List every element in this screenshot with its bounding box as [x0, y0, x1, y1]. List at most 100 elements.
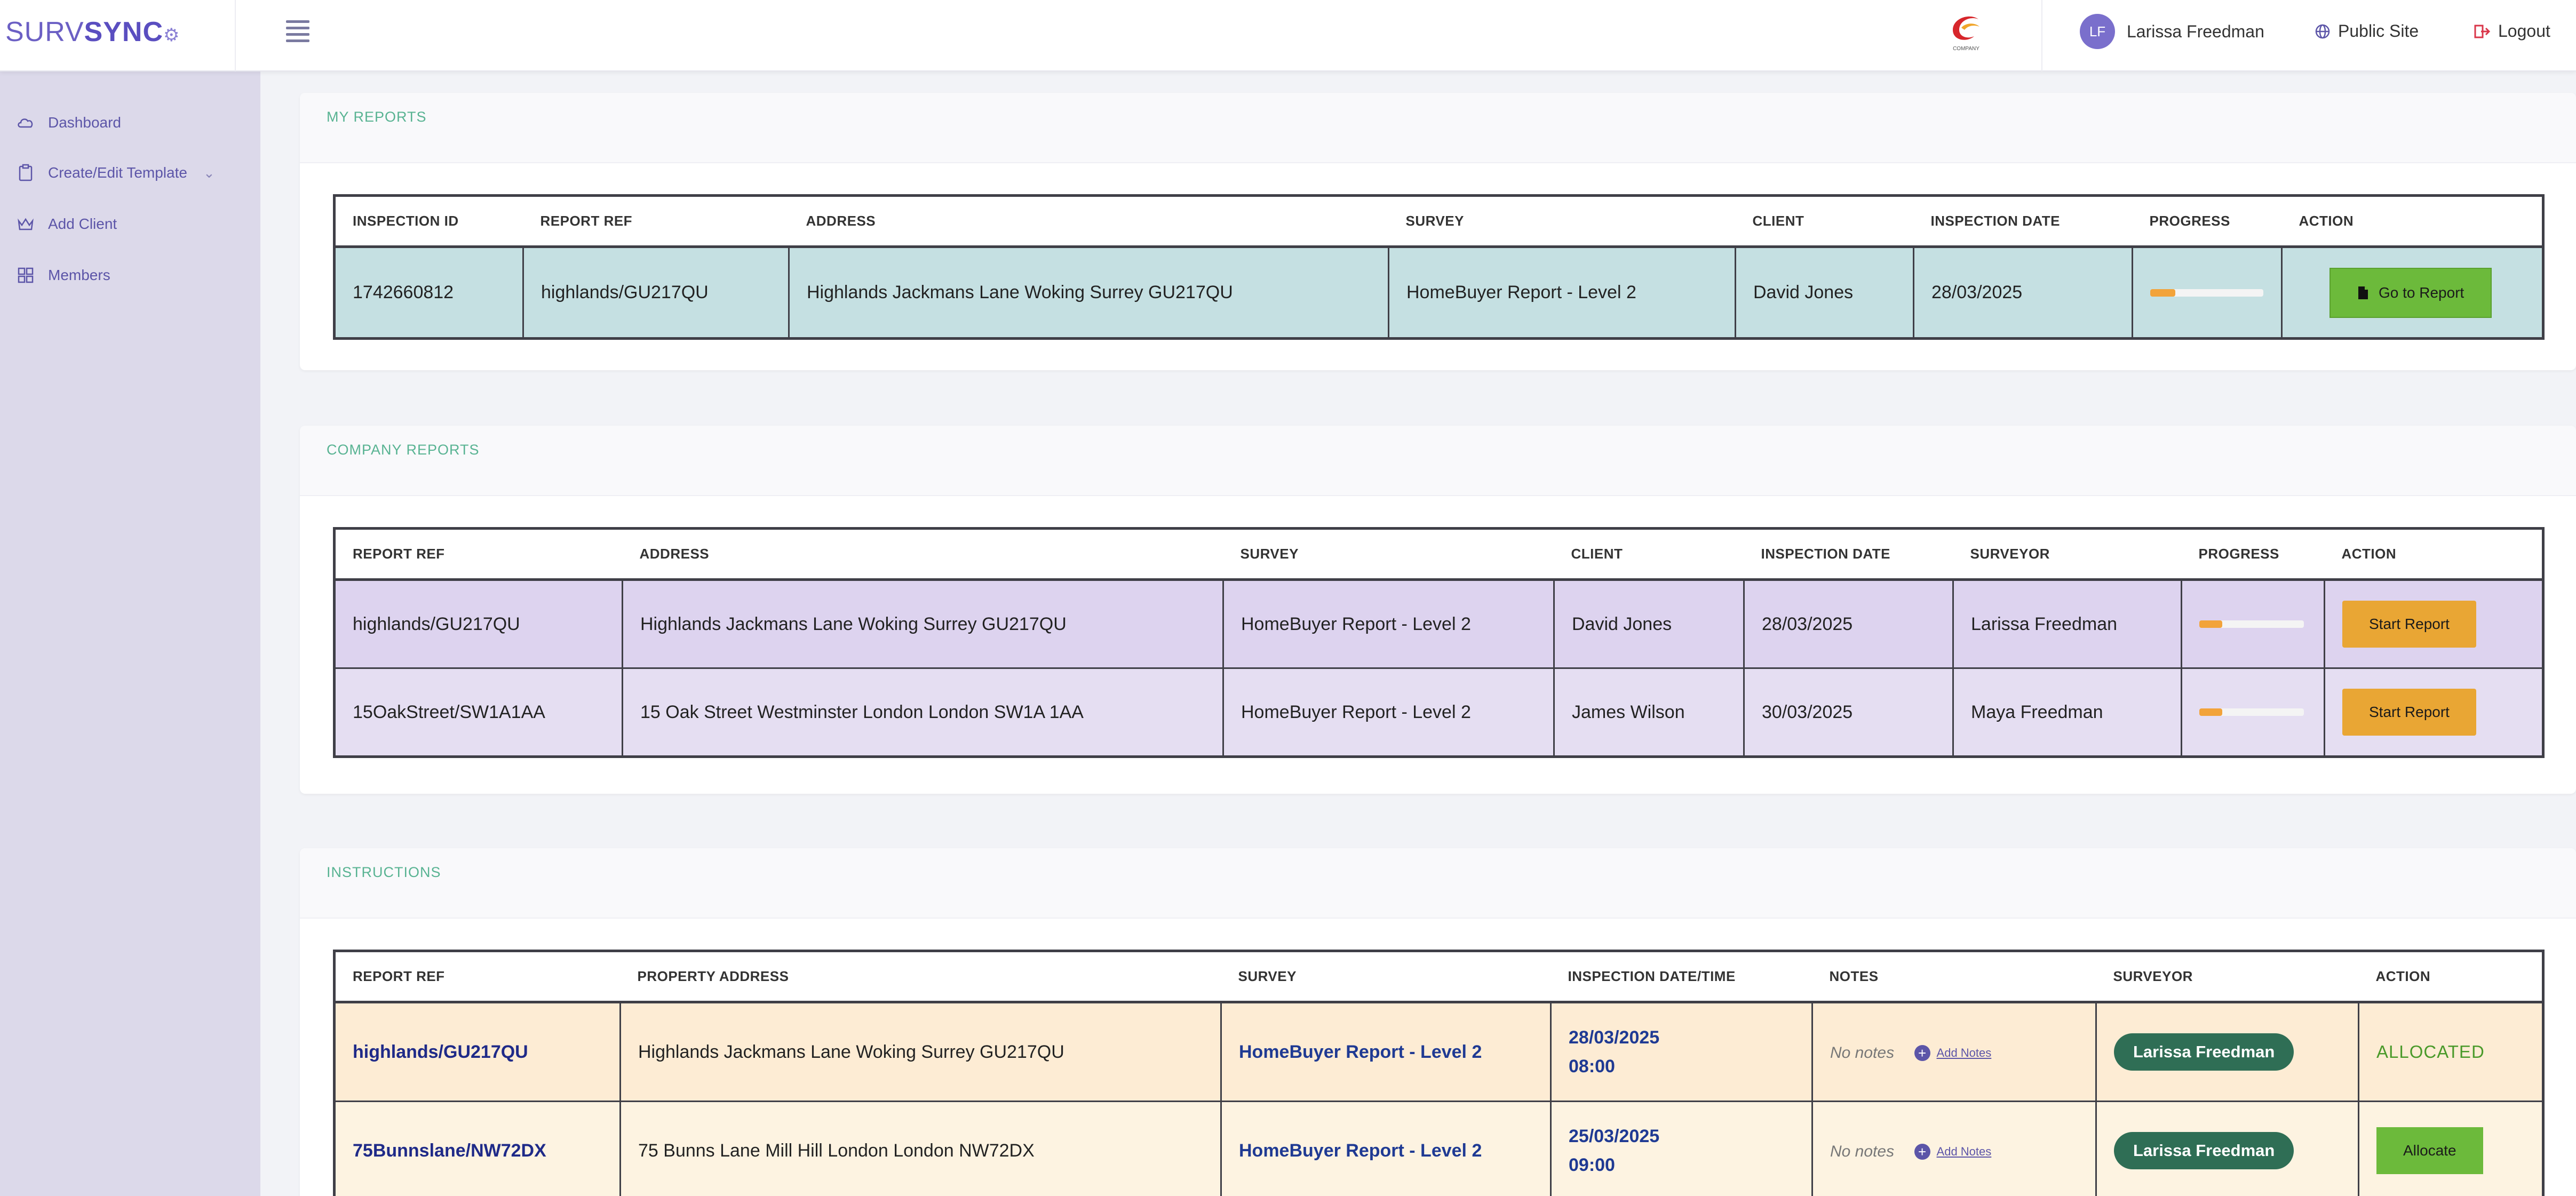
column-header: SURVEY	[1223, 528, 1554, 581]
cog-icon: ⚙	[163, 25, 180, 45]
logout-label: Logout	[2498, 21, 2550, 41]
inspection-date: 30/03/2025	[1743, 667, 1954, 758]
add-notes-link[interactable]: + Add Notes	[1914, 1144, 1992, 1160]
progress-fill	[2199, 620, 2223, 628]
progress-bar	[2199, 708, 2304, 716]
property-address: 75 Bunns Lane Mill Hill London London NW…	[619, 1101, 1222, 1196]
hamburger-menu-icon[interactable]	[286, 20, 309, 44]
progress-cell	[2181, 579, 2325, 669]
surveyor-badge[interactable]: Larissa Freedman	[2114, 1033, 2294, 1071]
section-title: MY REPORTS	[327, 109, 427, 125]
column-header: REPORT REF	[334, 951, 621, 1003]
sidebar-item-add-client[interactable]: Add Client	[16, 214, 117, 234]
sidebar: Dashboard Create/Edit Template ⌄ Add Cli…	[0, 71, 260, 1196]
column-header: CLIENT	[1735, 195, 1914, 248]
card-header: COMPANY REPORTS	[300, 426, 2576, 496]
go-to-report-button[interactable]: Go to Report	[2329, 267, 2492, 318]
progress-bar	[2199, 620, 2304, 628]
company-logo: COMPANY	[1945, 9, 1987, 53]
inspection-datetime: 28/03/2025 08:00	[1550, 1001, 1813, 1102]
start-report-button[interactable]: Start Report	[2342, 601, 2476, 648]
inspection-time: 08:00	[1569, 1056, 1615, 1077]
column-header: SURVEYOR	[1953, 528, 2182, 581]
grid-icon	[18, 267, 34, 283]
allocated-status: ALLOCATED	[2376, 1041, 2485, 1062]
notes-text: No notes	[1830, 1043, 1895, 1062]
column-header: INSPECTION DATE	[1744, 528, 1953, 581]
add-notes-label: Add Notes	[1936, 1145, 1992, 1158]
surveyor: Maya Freedman	[1952, 667, 2182, 758]
client: David Jones	[1553, 579, 1745, 669]
public-site-link[interactable]: Public Site	[2315, 21, 2419, 41]
property-address: Highlands Jackmans Lane Woking Surrey GU…	[619, 1001, 1222, 1102]
report-ref-link[interactable]: highlands/GU217QU	[333, 1001, 621, 1102]
address: Highlands Jackmans Lane Woking Surrey GU…	[622, 579, 1224, 669]
logo-text-light: SURV	[5, 17, 84, 47]
survey-link[interactable]: HomeBuyer Report - Level 2	[1220, 1001, 1552, 1102]
table-header-row: REPORT REF ADDRESS SURVEY CLIENT INSPECT…	[334, 528, 2543, 581]
progress-cell	[2132, 246, 2283, 339]
crown-icon	[18, 218, 34, 230]
allocate-button[interactable]: Allocate	[2376, 1127, 2483, 1174]
survey-link[interactable]: HomeBuyer Report - Level 2	[1220, 1101, 1552, 1196]
column-header: INSPECTION ID	[334, 195, 523, 248]
column-header: ACTION	[2358, 951, 2543, 1003]
column-header: ACTION	[2281, 195, 2543, 248]
add-notes-link[interactable]: + Add Notes	[1914, 1045, 1991, 1061]
logo-text-bold: SYNC	[84, 17, 164, 47]
column-header: REPORT REF	[523, 195, 789, 248]
company-reports-table: REPORT REF ADDRESS SURVEY CLIENT INSPECT…	[333, 527, 2545, 758]
report-ref-link[interactable]: 75Bunnslane/NW72DX	[333, 1101, 621, 1196]
column-header: PROGRESS	[2181, 528, 2325, 581]
column-header: PROPERTY ADDRESS	[620, 951, 1221, 1003]
sidebar-item-label: Members	[48, 267, 110, 283]
table-header-row: REPORT REF PROPERTY ADDRESS SURVEY INSPE…	[334, 951, 2543, 1003]
app-logo[interactable]: SURVSYNC⚙	[5, 16, 180, 48]
card-header: MY REPORTS	[300, 93, 2576, 163]
table-row: highlands/GU217QU Highlands Jackmans Lan…	[333, 1001, 2544, 1102]
column-header: REPORT REF	[334, 528, 623, 581]
survey: HomeBuyer Report - Level 2	[1239, 1041, 1482, 1062]
logo-container: SURVSYNC⚙	[0, 0, 236, 71]
client: James Wilson	[1553, 667, 1745, 758]
my-reports-card: MY REPORTS INSPECTION ID REPORT REF ADDR…	[300, 93, 2576, 370]
document-icon	[2358, 286, 2368, 299]
globe-icon	[2315, 24, 2330, 38]
sidebar-item-members[interactable]: Members	[16, 266, 110, 285]
survey: HomeBuyer Report - Level 2	[1222, 667, 1555, 758]
card-header: INSTRUCTIONS	[300, 848, 2576, 919]
clipboard-icon	[19, 164, 33, 181]
report-ref: 15OakStreet/SW1A1AA	[333, 667, 623, 758]
column-header: PROGRESS	[2132, 195, 2282, 248]
notes-text: No notes	[1830, 1142, 1895, 1160]
sidebar-item-dashboard[interactable]: Dashboard	[16, 113, 121, 132]
logout-icon	[2474, 25, 2491, 38]
top-bar: SURVSYNC⚙ COMPANY LF Larissa Freedman Pu…	[0, 0, 2576, 71]
public-site-label: Public Site	[2338, 21, 2419, 41]
user-menu[interactable]: LF Larissa Freedman	[2080, 14, 2264, 49]
start-report-button[interactable]: Start Report	[2342, 689, 2476, 736]
cloud-icon	[18, 118, 33, 128]
surveyor-cell: Larissa Freedman	[2095, 1101, 2359, 1196]
surveyor-badge[interactable]: Larissa Freedman	[2114, 1132, 2294, 1169]
report-ref: highlands/GU217QU	[522, 246, 790, 339]
button-label: Go to Report	[2379, 284, 2464, 301]
table-header-row: INSPECTION ID REPORT REF ADDRESS SURVEY …	[334, 195, 2543, 248]
table-row: 1742660812 highlands/GU217QU Highlands J…	[333, 246, 2544, 339]
column-header: SURVEYOR	[2096, 951, 2359, 1003]
column-header: ADDRESS	[622, 528, 1223, 581]
sidebar-item-label: Add Client	[48, 216, 117, 232]
address: Highlands Jackmans Lane Woking Surrey GU…	[788, 246, 1389, 339]
inspection-date: 28/03/2025	[1743, 579, 1954, 669]
inspection-time: 09:00	[1569, 1155, 1615, 1175]
sidebar-item-label: Dashboard	[48, 114, 121, 131]
sidebar-item-create-edit-template[interactable]: Create/Edit Template ⌄	[16, 163, 215, 182]
header-divider	[2041, 0, 2042, 71]
inspection-date: 28/03/2025	[1913, 246, 2133, 339]
survey: HomeBuyer Report - Level 2	[1388, 246, 1736, 339]
user-name: Larissa Freedman	[2127, 21, 2264, 41]
logout-link[interactable]: Logout	[2474, 21, 2550, 41]
survey: HomeBuyer Report - Level 2	[1239, 1140, 1482, 1161]
inspection-date: 25/03/2025	[1569, 1126, 1660, 1146]
client: David Jones	[1735, 246, 1914, 339]
